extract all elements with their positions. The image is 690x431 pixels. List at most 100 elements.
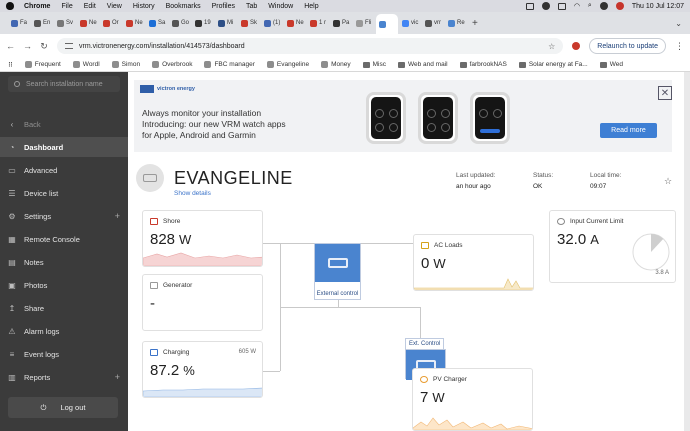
read-more-button[interactable]: Read more [600,123,657,138]
forward-arrow-icon[interactable]: → [23,41,32,51]
expand-plus-icon[interactable]: + [115,372,120,382]
apple-logo-icon[interactable] [6,2,14,10]
bookmark-label: Frequent [34,61,61,68]
menu-tab[interactable]: Tab [246,3,257,10]
menu-history[interactable]: History [133,3,155,10]
browser-tab[interactable]: Mi [215,15,237,31]
browser-tab[interactable]: Sv [54,15,76,31]
sidebar-item-settings[interactable]: ⚙ Settings + [0,206,128,226]
shore-card[interactable]: Shore 828 W [142,210,263,267]
input-current-limit-card[interactable]: Input Current Limit 32.0 A 3.8 A [549,210,676,283]
bookmark-item[interactable]: Misc [362,61,386,68]
sidebar-item-remote-console[interactable]: ▦ Remote Console [0,229,128,249]
bookmark-item[interactable]: farbrookNAS [459,61,507,68]
bookmark-label: Wed [609,61,623,68]
tab-search-icon[interactable]: ⌄ [675,19,682,28]
close-banner-icon[interactable]: ✕ [658,86,672,100]
bookmark-item[interactable]: Evangeline [266,61,309,68]
bookmark-item[interactable]: Overbrook [152,61,192,68]
favorite-star-icon[interactable]: ☆ [664,176,672,187]
user-icon[interactable] [615,2,624,10]
browser-tab[interactable] [376,14,398,34]
display-icon[interactable] [525,2,534,10]
sidebar-item-photos[interactable]: ▣ Photos [0,275,128,295]
status-icon[interactable] [541,2,550,10]
sidebar-item-reports[interactable]: ▥ Reports + [0,367,128,387]
browser-tab[interactable]: Ne [77,15,99,31]
menu-window[interactable]: Window [268,3,293,10]
new-tab-icon[interactable]: + [472,18,478,29]
battery-icon[interactable] [557,2,566,10]
address-bar[interactable]: vrm.victronenergy.com/installation/41457… [57,38,564,54]
browser-tab[interactable]: Sa [146,15,168,31]
browser-tab[interactable]: Sk [238,15,260,31]
expand-plus-icon[interactable]: + [115,211,120,221]
bookmark-star-icon[interactable]: ☆ [548,42,555,51]
menubar-clock[interactable]: Thu 10 Jul 12:07 [632,3,684,10]
profile-avatar-icon[interactable] [572,42,581,50]
bookmark-item[interactable]: Solar energy at Fa... [518,61,588,68]
menu-bookmarks[interactable]: Bookmarks [166,3,201,10]
ac-loads-card[interactable]: AC Loads 0W [413,234,534,291]
sidebar-item-back[interactable]: ‹ Back [0,114,128,134]
hub-label: External control [316,291,359,297]
bookmark-item[interactable]: Wed [599,61,623,68]
browser-tab[interactable]: vic [399,15,421,31]
browser-tab[interactable]: Go [169,15,191,31]
event-icon: ≡ [9,349,15,359]
menu-profiles[interactable]: Profiles [212,3,235,10]
connector-line [361,243,413,244]
generator-card[interactable]: Generator - [142,274,263,331]
search-icon[interactable]: ⌕ [588,2,592,10]
bookmark-item[interactable]: Money [321,61,351,68]
bookmark-item[interactable]: Simon [111,61,140,68]
browser-tab[interactable]: Or [100,15,122,31]
browser-tab[interactable]: Pa [330,15,352,31]
logout-button[interactable]: ⏻ Log out [8,397,118,418]
pv-charger-card[interactable]: PV Charger 7W [412,368,533,431]
bookmark-item[interactable]: FBC manager [204,61,255,68]
control-center-icon[interactable] [599,2,608,10]
browser-tab[interactable]: Ne [284,15,306,31]
sidebar-item-advanced[interactable]: ▭ Advanced [0,160,128,180]
back-arrow-icon[interactable]: ← [6,41,15,51]
browser-tab[interactable]: vrr [422,15,444,31]
menu-file[interactable]: File [61,3,72,10]
browser-tab[interactable]: Ne [123,15,145,31]
browser-tab[interactable]: Re [445,15,467,31]
sidebar-item-share[interactable]: ↥ Share [0,298,128,318]
sidebar-item-event-logs[interactable]: ≡ Event logs [0,344,128,364]
bookmark-item[interactable]: Frequent [24,61,61,68]
menu-view[interactable]: View [107,3,122,10]
bookmark-item[interactable]: Web and mail [397,61,448,68]
folder-icon [459,61,467,68]
browser-tab[interactable]: Fli [353,15,375,31]
menu-app-name[interactable]: Chrome [24,3,50,10]
wifi-icon[interactable]: ◠ [574,2,580,10]
more-menu-icon[interactable]: ⋮ [675,41,684,52]
menu-edit[interactable]: Edit [84,3,96,10]
show-details-link[interactable]: Show details [174,190,211,197]
sidebar-item-alarm-logs[interactable]: ⚠ Alarm logs [0,321,128,341]
bookmark-favicon-icon [72,61,80,68]
search-icon [14,81,20,87]
relaunch-button[interactable]: Relaunch to update [589,38,666,54]
inverter-hub[interactable]: External control [314,243,361,300]
battery-charging-card[interactable]: Charging 605 W 87.2% [142,341,263,398]
bookmark-label: Web and mail [407,61,448,68]
site-info-icon[interactable] [65,43,73,49]
installation-search-input[interactable]: Search installation name [8,76,120,92]
browser-tab[interactable]: 1 r [307,15,329,31]
browser-tab[interactable]: Fa [8,15,30,31]
address-url[interactable]: vrm.victronenergy.com/installation/41457… [79,43,245,50]
menu-help[interactable]: Help [304,3,318,10]
browser-tab[interactable]: (1) [261,15,283,31]
sidebar-item-notes[interactable]: ▤ Notes [0,252,128,272]
reload-icon[interactable]: ↻ [40,41,48,52]
apps-grid-icon[interactable]: ⠿ [8,61,13,69]
browser-tab[interactable]: 19 [192,15,214,31]
sidebar-item-dashboard[interactable]: ◔ Dashboard [0,137,128,157]
browser-tab[interactable]: En [31,15,53,31]
sidebar-item-device-list[interactable]: ☰ Device list [0,183,128,203]
bookmark-item[interactable]: Wordl [72,61,100,68]
